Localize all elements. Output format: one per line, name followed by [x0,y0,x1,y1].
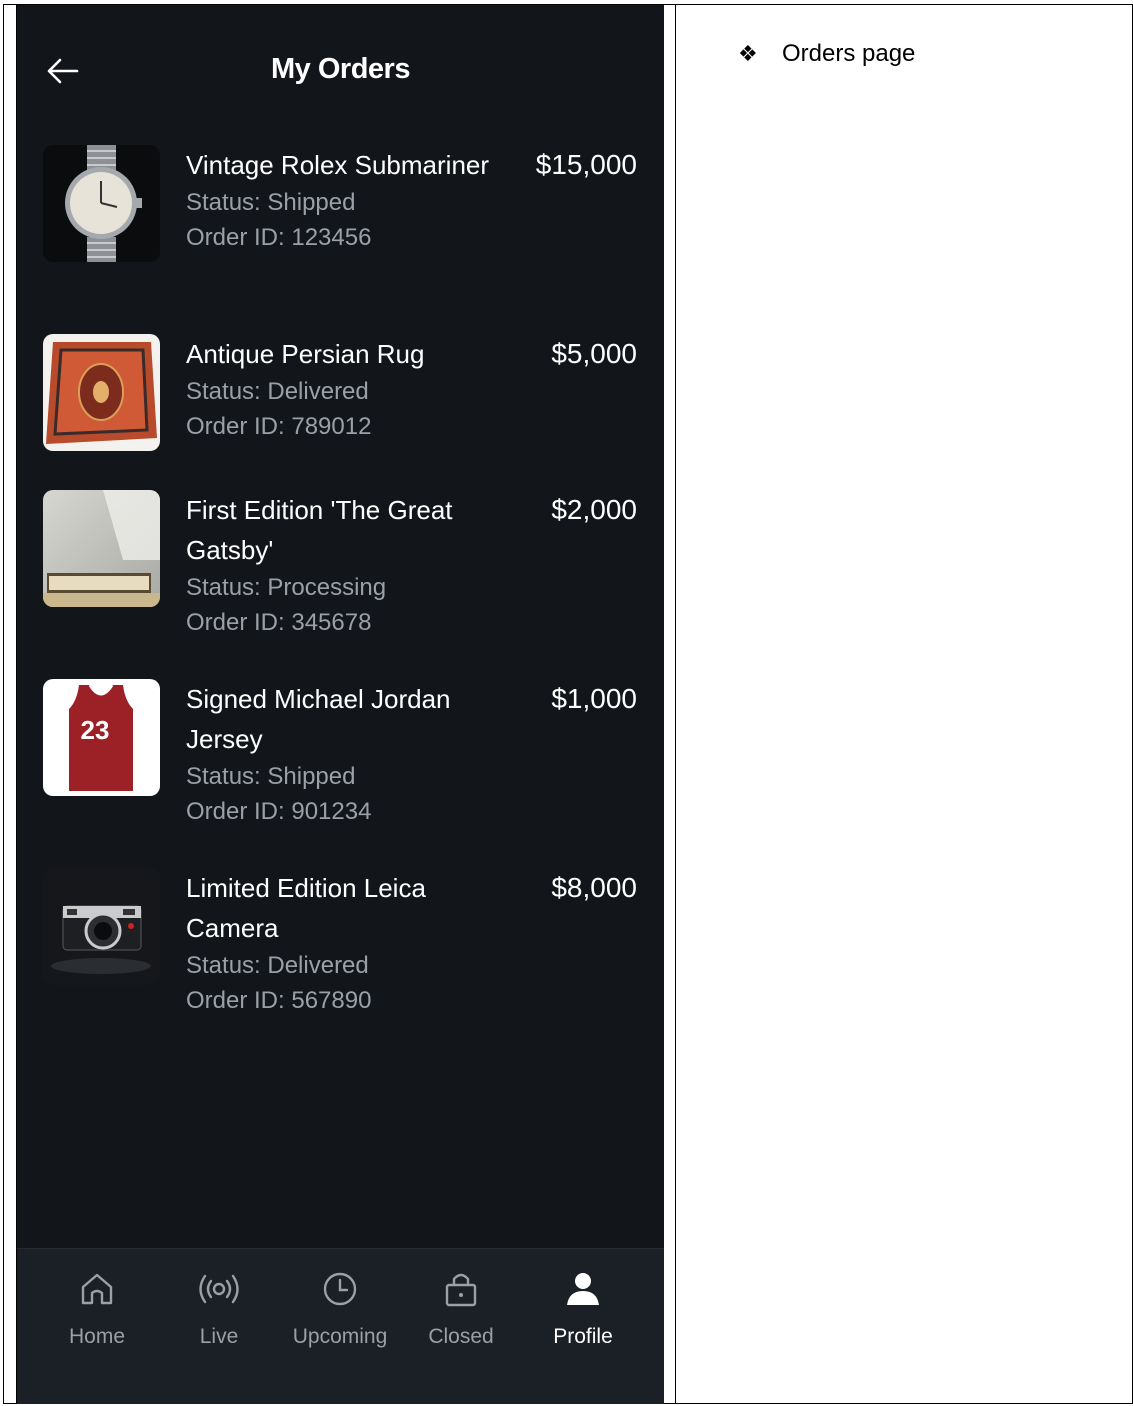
clock-icon [323,1272,357,1306]
nav-home[interactable]: Home [37,1249,157,1369]
page-title: My Orders [271,53,410,85]
table-column-divider [675,4,676,1404]
order-id: Order ID: 345678 [186,609,372,636]
nav-label-home: Home [68,1325,126,1348]
nav-upcoming[interactable]: Upcoming [280,1249,400,1369]
nav-live[interactable]: Live [159,1249,279,1369]
order-status: Status: Shipped [186,763,356,790]
order-name: First Edition 'The Great Gatsby' [186,495,453,565]
jersey-number: 23 [81,715,110,745]
order-info: Vintage Rolex Submariner Status: Shipped… [186,145,496,255]
phone-screen: My Orders Vintage Rolex Submariner Statu… [17,5,664,1404]
order-info: Limited Edition Leica Camera Status: Del… [186,868,496,1018]
order-info: Antique Persian Rug Status: Delivered Or… [186,334,496,444]
live-icon [199,1274,239,1304]
order-id: Order ID: 123456 [186,224,372,251]
nav-profile[interactable]: Profile [523,1249,643,1369]
bullet-icon: ❖ [738,41,758,66]
camera-image [43,868,160,985]
order-info: First Edition 'The Great Gatsby' Status:… [186,490,496,640]
rug-image [43,334,160,451]
order-name: Antique Persian Rug [186,339,425,369]
bottom-nav: Home Live Upcoming Closed Profile [17,1248,664,1404]
order-price: $1,000 [551,683,637,714]
order-status: Status: Shipped [186,189,356,216]
nav-label-closed: Closed [428,1325,494,1348]
order-name: Limited Edition Leica Camera [186,873,426,943]
watch-image [43,145,160,262]
annotation-text: Orders page [782,40,916,67]
order-name: Vintage Rolex Submariner [186,150,490,180]
order-price: $8,000 [551,872,637,903]
order-status: Status: Delivered [186,952,369,979]
order-name: Signed Michael Jordan Jersey [186,684,451,754]
order-id: Order ID: 567890 [186,987,372,1014]
app-header: My Orders [17,5,664,135]
order-price: $5,000 [551,338,637,369]
order-id: Order ID: 901234 [186,798,372,825]
lock-icon [445,1273,477,1307]
nav-closed[interactable]: Closed [401,1249,521,1369]
nav-label-profile: Profile [553,1325,613,1348]
profile-icon [567,1273,599,1305]
nav-label-live: Live [199,1325,239,1348]
book-image [43,490,160,607]
nav-label-upcoming: Upcoming [292,1325,388,1348]
order-price: $15,000 [535,149,637,180]
order-status: Status: Processing [186,574,387,601]
order-info: Signed Michael Jordan Jersey Status: Shi… [186,679,496,829]
home-icon [81,1273,113,1305]
order-status: Status: Delivered [186,378,369,405]
annotation-note: ❖ Orders page [738,40,915,68]
jersey-image: 23 [43,679,160,796]
order-price: $2,000 [551,494,637,525]
order-id: Order ID: 789012 [186,413,372,440]
